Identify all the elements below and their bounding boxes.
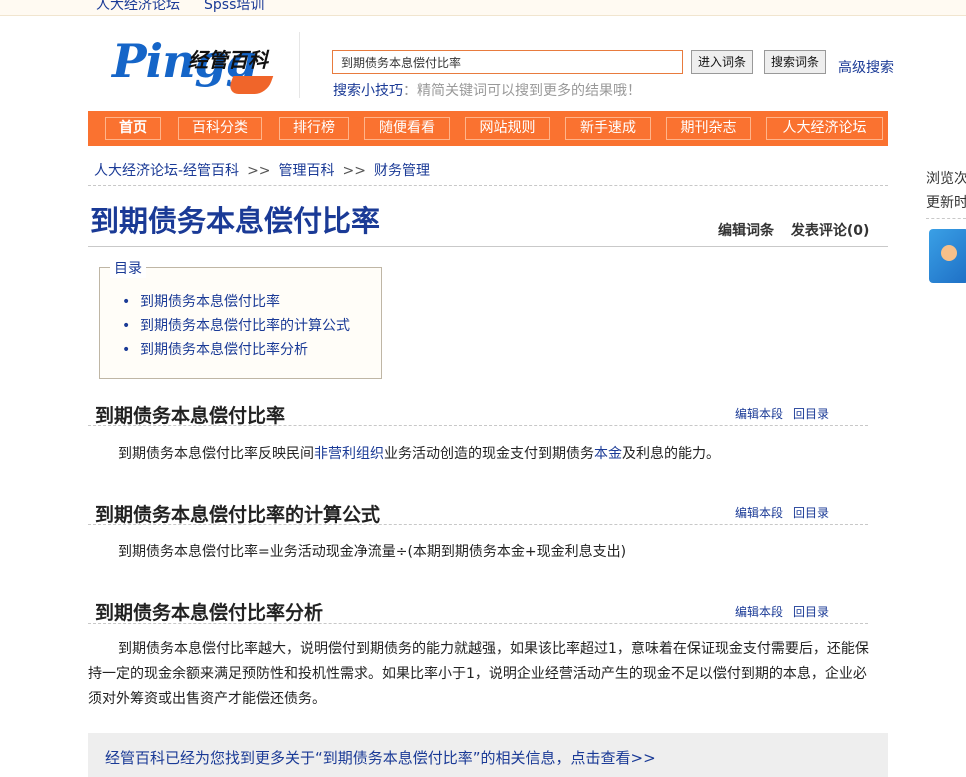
edit-section-link[interactable]: 编辑本段 <box>735 506 783 520</box>
paragraph-text: 到期债务本息偿付比率反映民间 <box>118 446 314 462</box>
search-tips-text: ：精简关键词可以搜到更多的结果哦！ <box>403 83 641 99</box>
related-info-link[interactable]: 经管百科已经为您找到更多关于“到期债务本息偿付比率”的相关信息，点击查看>> <box>105 747 656 768</box>
logo-swoosh-icon <box>226 76 274 94</box>
edit-entry-link[interactable]: 编辑词条 <box>718 223 774 239</box>
post-comment-link[interactable]: 发表评论(0) <box>791 223 870 239</box>
edit-section-link[interactable]: 编辑本段 <box>735 407 783 421</box>
title-actions: 编辑词条 发表评论(0) <box>718 220 881 240</box>
search-tips: 搜索小技巧：精简关键词可以搜到更多的结果哦！ <box>333 80 641 100</box>
section-title: 到期债务本息偿付比率 <box>95 405 286 427</box>
breadcrumb-divider <box>88 185 888 186</box>
edit-section-link[interactable]: 编辑本段 <box>735 605 783 619</box>
top-link-pinggu[interactable]: 人大经济论坛 <box>96 0 180 14</box>
paragraph-text: 及利息的能力。 <box>622 446 720 462</box>
toc-item[interactable]: 到期债务本息偿付比率的计算公式 <box>122 316 350 340</box>
paragraph-text: 业务活动创造的现金支付到期债务 <box>384 446 594 462</box>
breadcrumb-management[interactable]: 管理百科 <box>279 163 335 179</box>
page-title: 到期债务本息偿付比率 <box>90 204 381 238</box>
search-input[interactable] <box>332 50 683 74</box>
section-actions: 编辑本段 回目录 <box>735 405 839 422</box>
nav-item-random[interactable]: 随便看看 <box>364 117 450 140</box>
nav-item-home[interactable]: 首页 <box>105 117 161 140</box>
top-link-bar: 人大经济论坛 Spss培训 <box>0 0 966 16</box>
logo-chinese-name: 经管百科 <box>188 48 268 72</box>
breadcrumb-finance[interactable]: 财务管理 <box>374 163 430 179</box>
nav-item-forum[interactable]: 人大经济论坛 <box>766 117 883 140</box>
section-paragraph: 到期债务本息偿付比率反映民间非营利组织业务活动创造的现金支付到期债务本金及利息的… <box>88 442 880 467</box>
section-title: 到期债务本息偿付比率分析 <box>95 602 324 624</box>
section-actions: 编辑本段 回目录 <box>735 603 839 620</box>
nav-item-rules[interactable]: 网站规则 <box>465 117 550 140</box>
search-tips-label[interactable]: 搜索小技巧 <box>333 83 403 99</box>
user-avatar-icon[interactable] <box>929 229 966 283</box>
principal-link[interactable]: 本金 <box>594 446 622 462</box>
top-link-spss[interactable]: Spss培训 <box>204 0 264 14</box>
breadcrumb: 人大经济论坛-经管百科 >> 管理百科 >> 财务管理 <box>94 160 430 180</box>
section-title: 到期债务本息偿付比率的计算公式 <box>95 504 381 526</box>
section-paragraph: 到期债务本息偿付比率越大，说明偿付到期债务的能力就越强，如果该比率超过1，意味着… <box>88 641 869 707</box>
side-divider <box>926 218 966 219</box>
toc-link[interactable]: 到期债务本息偿付比率分析 <box>140 342 308 358</box>
side-view-count: 浏览次 <box>926 171 966 187</box>
toc-legend: 目录 <box>110 258 146 278</box>
advanced-search-link[interactable]: 高级搜索 <box>838 57 894 77</box>
nav-item-guide[interactable]: 新手速成 <box>565 117 651 140</box>
nav-item-journals[interactable]: 期刊杂志 <box>666 117 751 140</box>
related-info-box: 经管百科已经为您找到更多关于“到期债务本息偿付比率”的相关信息，点击查看>> <box>88 733 888 777</box>
breadcrumb-separator: >> <box>342 163 366 179</box>
site-logo[interactable]: Pingg 经管百科 <box>110 26 300 100</box>
back-to-toc-link[interactable]: 回目录 <box>793 605 829 619</box>
toc-item[interactable]: 到期债务本息偿付比率分析 <box>122 340 350 364</box>
section-divider <box>88 425 868 426</box>
toc-link[interactable]: 到期债务本息偿付比率的计算公式 <box>140 318 350 334</box>
nav-item-categories[interactable]: 百科分类 <box>178 117 262 140</box>
back-to-toc-link[interactable]: 回目录 <box>793 506 829 520</box>
section-paragraph: 到期债务本息偿付比率=业务活动现金净流量÷(本期到期债务本金+现金利息支出) <box>118 544 627 560</box>
section-actions: 编辑本段 回目录 <box>735 504 839 521</box>
nav-item-ranking[interactable]: 排行榜 <box>279 117 349 140</box>
header-divider <box>299 32 300 98</box>
back-to-toc-link[interactable]: 回目录 <box>793 407 829 421</box>
toc-item[interactable]: 到期债务本息偿付比率 <box>122 292 350 316</box>
search-entry-button[interactable]: 搜索词条 <box>764 50 827 74</box>
toc-link[interactable]: 到期债务本息偿付比率 <box>140 294 280 310</box>
breadcrumb-separator: >> <box>247 163 271 179</box>
main-nav: 首页 百科分类 排行榜 随便看看 网站规则 新手速成 期刊杂志 人大经济论坛 <box>88 111 888 146</box>
section-divider <box>88 623 868 624</box>
side-update-time: 更新时 <box>926 195 966 211</box>
section-divider <box>88 524 868 525</box>
title-divider <box>88 246 888 247</box>
nonprofit-link[interactable]: 非营利组织 <box>314 446 384 462</box>
breadcrumb-root[interactable]: 人大经济论坛-经管百科 <box>94 163 239 179</box>
enter-entry-button[interactable]: 进入词条 <box>691 50 754 74</box>
table-of-contents: 目录 到期债务本息偿付比率 到期债务本息偿付比率的计算公式 到期债务本息偿付比率… <box>99 258 382 379</box>
